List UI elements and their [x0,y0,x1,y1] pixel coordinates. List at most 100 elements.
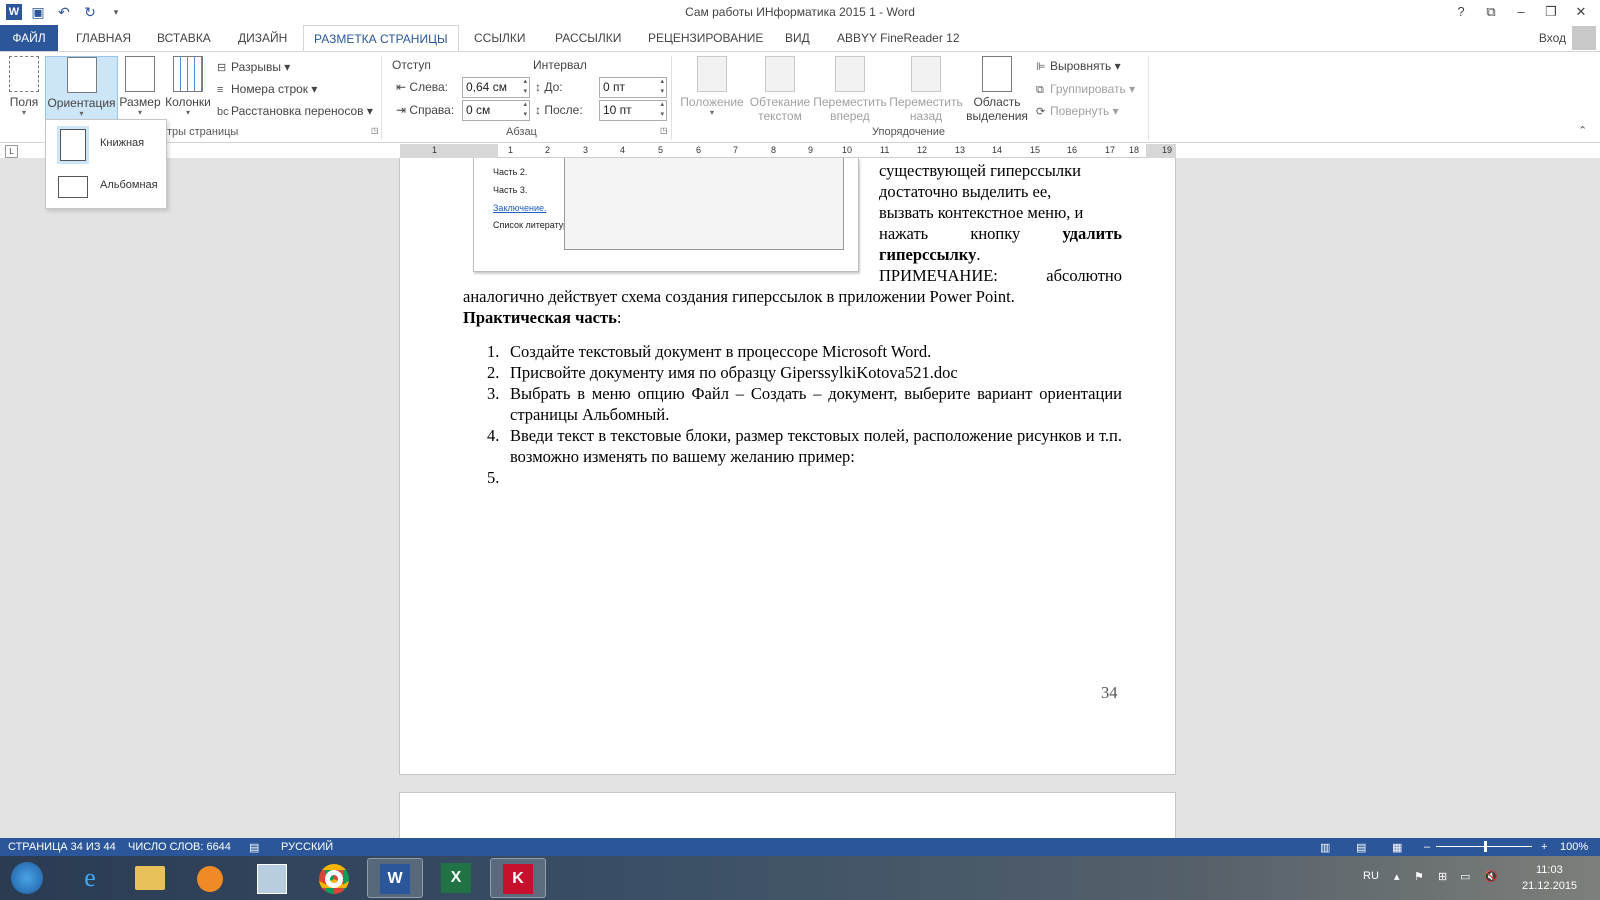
indent-left-label: ⇤ Слева: [396,80,448,94]
status-bar: СТРАНИЦА 34 ИЗ 44 ЧИСЛО СЛОВ: 6644 ▤ РУС… [0,838,1600,856]
zoom-in-icon[interactable]: + [1541,841,1547,853]
tab-home[interactable]: ГЛАВНАЯ [66,25,141,52]
page-count-status[interactable]: СТРАНИЦА 34 ИЗ 44 [8,841,116,853]
input-language[interactable]: RU [1363,870,1379,882]
position-button[interactable]: Положение ▾ [678,56,746,126]
folder-icon [135,866,165,890]
bring-forward-icon [835,56,865,92]
read-mode-icon[interactable]: ▥ [1320,841,1330,854]
web-layout-icon[interactable]: ▦ [1392,841,1402,854]
sign-in-link[interactable]: Вход [1539,31,1566,45]
tab-view[interactable]: ВИД [775,25,820,52]
align-button[interactable]: ⊫ Выровнять ▾ [1036,56,1121,76]
avatar[interactable] [1572,26,1596,50]
right-column-text: существующей гиперссылки достаточно выде… [879,161,1122,285]
proofing-icon[interactable]: ▤ [249,841,259,854]
breaks-button[interactable]: ⊟ Разрывы ▾ [217,57,290,77]
volume-muted-icon[interactable]: 🔇 [1484,870,1498,883]
spacing-before-icon: ↕ [535,80,541,94]
collapse-ribbon-icon[interactable]: ⌃ [1578,124,1587,137]
align-icon: ⊫ [1036,61,1046,73]
margins-button[interactable]: Поля ▾ [4,56,44,126]
tab-selector[interactable]: L [5,145,18,158]
size-button[interactable]: Размер ▾ [118,56,162,126]
page-setup-launcher-icon[interactable]: ◳ [371,126,379,135]
zoom-out-icon[interactable]: – [1424,841,1430,853]
taskbar-kaspersky[interactable]: K [490,858,546,898]
columns-button[interactable]: Колонки ▾ [163,56,213,126]
wrap-text-button[interactable]: Обтекание текстом [748,56,812,126]
taskbar-media-player[interactable] [182,858,238,898]
orientation-portrait-option[interactable]: Книжная [50,124,164,164]
action-center-icon[interactable]: ⚑ [1414,870,1424,883]
line-numbers-button[interactable]: ≡ Номера строк ▾ [217,79,317,99]
taskbar-explorer[interactable] [122,858,178,898]
network-icon[interactable]: ▭ [1460,870,1470,883]
horizontal-ruler[interactable]: 1 1 2 3 4 5 6 7 8 9 10 11 12 13 14 15 16… [400,144,1176,158]
taskbar-excel[interactable]: X [428,858,484,898]
ribbon-tabs: ФАЙЛ ГЛАВНАЯ ВСТАВКА ДИЗАЙН РАЗМЕТКА СТР… [0,25,1600,52]
clock-time[interactable]: 11:03 [1536,864,1563,876]
tab-insert[interactable]: ВСТАВКА [147,25,221,52]
language-status[interactable]: РУССКИЙ [281,841,333,853]
taskbar-app[interactable] [244,858,300,898]
indent-right-input[interactable]: 0 см [462,100,530,121]
size-icon [125,56,155,92]
tab-review[interactable]: РЕЦЕНЗИРОВАНИЕ [638,25,773,52]
portrait-page-icon [60,129,86,161]
note-paragraph: аналогично действует схема создания гипе… [463,287,1015,306]
window-title: Сам работы ИНформатика 2015 1 - Word [685,5,915,19]
numbered-list: 1. Создайте текстовый документ в процессо… [463,341,1122,488]
indent-left-input[interactable]: 0,64 см [462,77,530,98]
tab-mailings[interactable]: РАССЫЛКИ [545,25,631,52]
spacing-before-label: ↕ До: [535,80,563,94]
taskbar-chrome[interactable] [306,858,362,898]
print-layout-icon[interactable]: ▤ [1356,841,1366,854]
practical-heading: Практическая часть: [463,308,622,327]
rotate-icon: ⟳ [1036,106,1046,118]
indent-right-icon: ⇥ [396,103,407,117]
tab-abbyy[interactable]: ABBYY FineReader 12 [827,25,970,52]
zoom-level[interactable]: 100% [1560,841,1588,853]
spacing-after-input[interactable]: 10 пт [599,100,667,121]
taskbar-word[interactable]: W [367,858,423,898]
orientation-button[interactable]: Ориентация ▾ [45,56,118,126]
landscape-page-icon [58,176,88,198]
page[interactable]: Часть 2. Часть 3. Заключение. Список лит… [399,158,1176,775]
selection-pane-button[interactable]: Область выделения [966,56,1028,126]
tray-expand-icon[interactable]: ▴ [1394,870,1400,883]
tab-references[interactable]: ССЫЛКИ [464,25,535,52]
help-button[interactable]: ? [1448,2,1474,22]
start-button[interactable] [2,858,52,898]
close-button[interactable]: ✕ [1568,2,1594,22]
arrange-group-label: Упорядочение [872,126,945,138]
bring-forward-button[interactable]: Переместить вперед [813,56,887,126]
tab-file[interactable]: ФАЙЛ [0,25,58,52]
taskbar-ie[interactable]: e [62,858,118,898]
breaks-icon: ⊟ [217,62,227,74]
hyphenation-button[interactable]: bc Расстановка переносов ▾ [217,101,373,121]
paragraph-launcher-icon[interactable]: ◳ [660,126,668,135]
restore-button[interactable]: ❐ [1538,2,1564,22]
indent-right-label: ⇥ Справа: [396,103,455,117]
word-count-status[interactable]: ЧИСЛО СЛОВ: 6644 [128,841,231,853]
embedded-screenshot-image[interactable]: Часть 2. Часть 3. Заключение. Список лит… [473,158,859,272]
orientation-landscape-option[interactable]: Альбомная [50,166,164,206]
windows-logo-icon [11,862,43,894]
clock-date[interactable]: 21.12.2015 [1522,880,1577,892]
rotate-button[interactable]: ⟳ Повернуть ▾ [1036,101,1119,121]
group-button[interactable]: ⧉ Группировать ▾ [1036,79,1135,99]
spacing-before-input[interactable]: 0 пт [599,77,667,98]
list-item: 4. Введи текст в текстовые блоки, размер … [487,426,1122,466]
wrap-text-icon [765,56,795,92]
tab-page-layout[interactable]: РАЗМЕТКА СТРАНИЦЫ [303,25,459,52]
send-backward-button[interactable]: Переместить назад [889,56,963,126]
document-area[interactable]: Часть 2. Часть 3. Заключение. Список лит… [0,158,1600,852]
zoom-slider-thumb[interactable] [1484,841,1487,852]
windows-icon[interactable]: ⊞ [1438,870,1447,883]
tab-design[interactable]: ДИЗАЙН [228,25,297,52]
minimize-button[interactable]: – [1508,2,1534,22]
ribbon: Поля ▾ Ориентация ▾ Размер ▾ Колонки ▾ ⊟ Разр… [0,51,1600,143]
ribbon-display-button[interactable]: ⧉ [1478,2,1504,22]
media-player-icon [197,866,223,892]
